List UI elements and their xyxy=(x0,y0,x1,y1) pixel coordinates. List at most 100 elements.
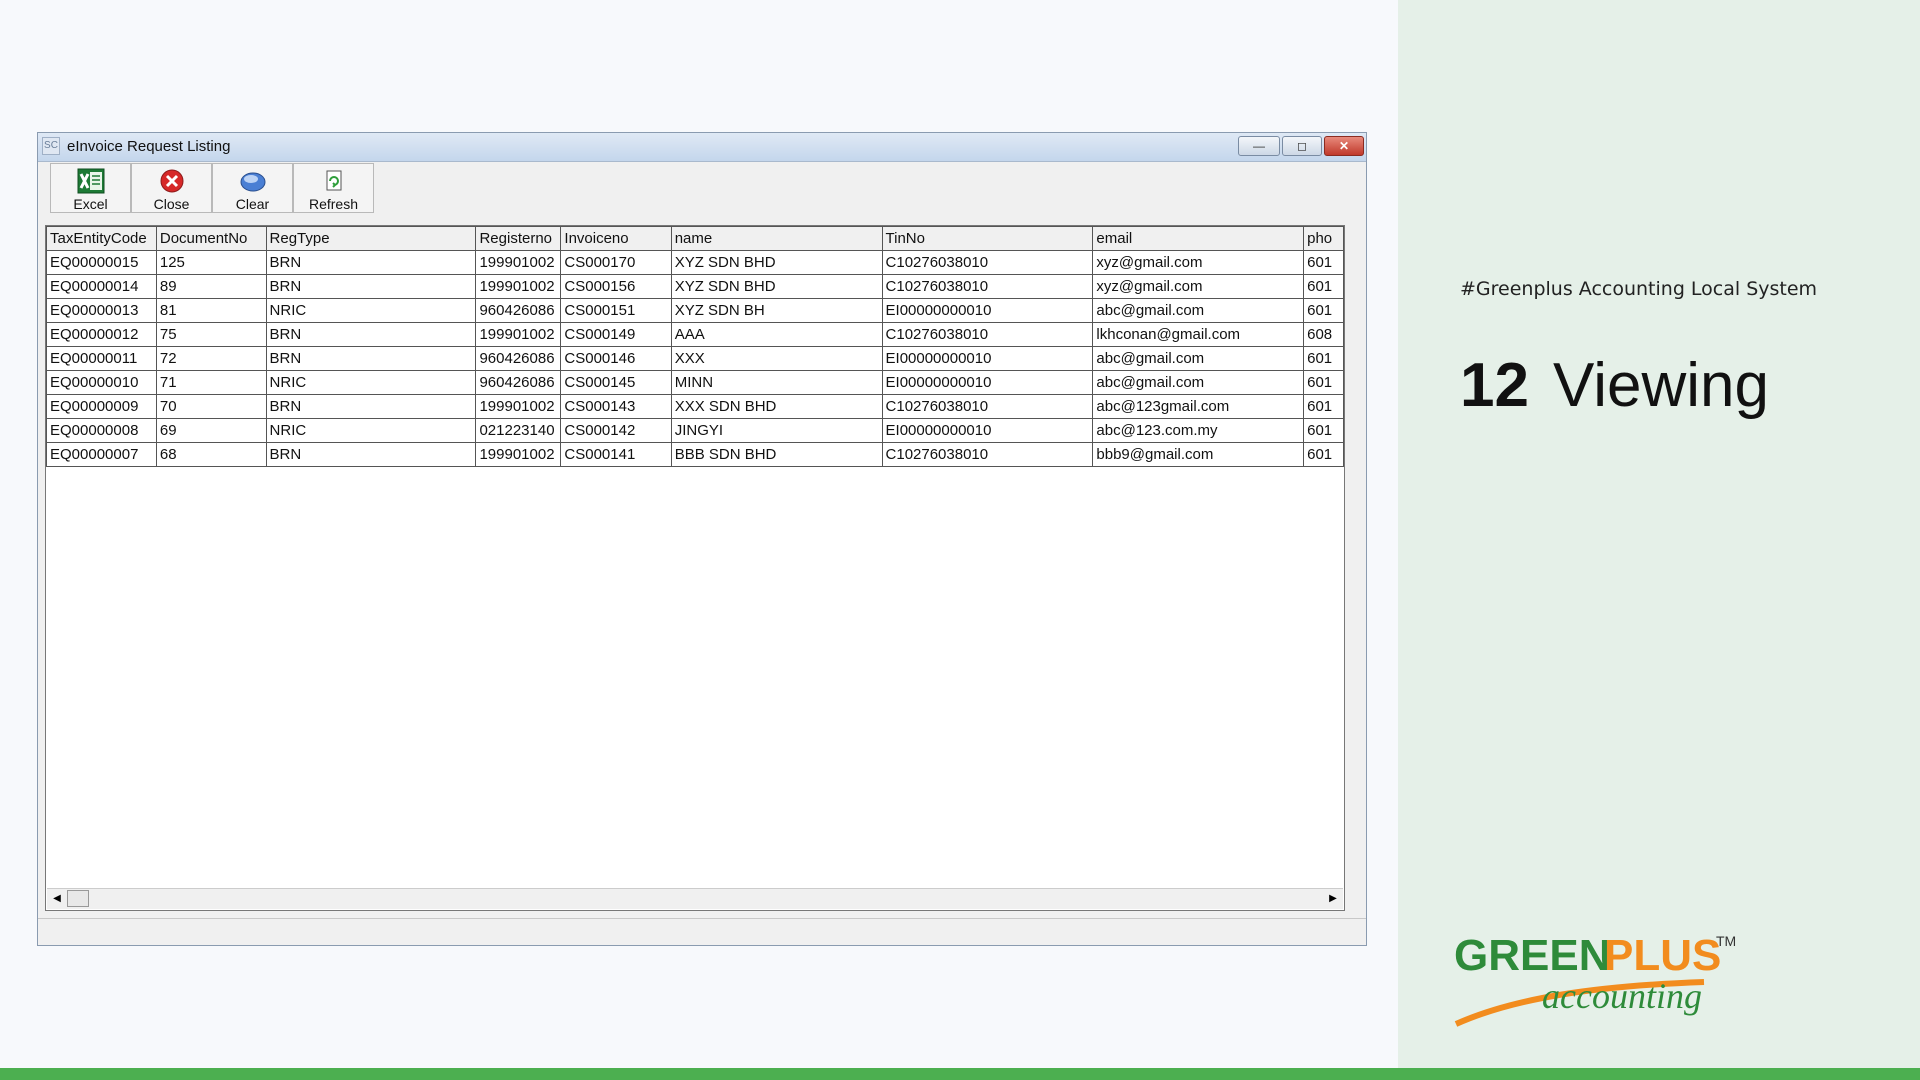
table-cell[interactable]: EQ00000012 xyxy=(46,322,157,347)
table-cell[interactable]: 72 xyxy=(155,346,267,371)
table-cell[interactable]: EI00000000010 xyxy=(881,418,1094,443)
table-cell[interactable]: abc@123gmail.com xyxy=(1092,394,1305,419)
table-row[interactable]: EQ00000013 81 NRIC 960426086 CS000151 XYZ SDN… xyxy=(46,298,1344,323)
table-cell[interactable]: BRN xyxy=(265,250,477,275)
table-cell[interactable]: 70 xyxy=(155,394,267,419)
table-cell[interactable]: EQ00000010 xyxy=(46,370,157,395)
column-header[interactable]: Invoiceno xyxy=(560,226,672,251)
table-cell[interactable]: 601 xyxy=(1303,274,1344,299)
table-cell[interactable]: EQ00000014 xyxy=(46,274,157,299)
table-cell[interactable]: NRIC xyxy=(265,298,477,323)
table-cell[interactable]: C10276038010 xyxy=(881,322,1094,347)
table-cell[interactable]: JINGYI xyxy=(670,418,883,443)
table-cell[interactable]: 199901002 xyxy=(475,322,562,347)
table-cell[interactable]: CS000151 xyxy=(560,298,672,323)
table-cell[interactable]: abc@gmail.com xyxy=(1092,298,1305,323)
table-cell[interactable]: 960426086 xyxy=(475,298,562,323)
table-cell[interactable]: CS000170 xyxy=(560,250,672,275)
close-button[interactable]: Close xyxy=(131,163,212,213)
table-cell[interactable]: C10276038010 xyxy=(881,394,1094,419)
table-cell[interactable]: C10276038010 xyxy=(881,274,1094,299)
excel-button[interactable]: Excel xyxy=(50,163,131,213)
table-cell[interactable]: 69 xyxy=(155,418,267,443)
table-cell[interactable]: 89 xyxy=(155,274,267,299)
table-cell[interactable]: EQ00000009 xyxy=(46,394,157,419)
column-header[interactable]: name xyxy=(670,226,883,251)
table-row[interactable]: EQ00000012 75 BRN 199901002 CS000149 AAA C1027… xyxy=(46,322,1344,347)
table-cell[interactable]: 601 xyxy=(1303,298,1344,323)
table-cell[interactable]: CS000145 xyxy=(560,370,672,395)
table-cell[interactable]: abc@gmail.com xyxy=(1092,370,1305,395)
table-cell[interactable]: C10276038010 xyxy=(881,442,1094,467)
table-cell[interactable]: lkhconan@gmail.com xyxy=(1092,322,1305,347)
table-cell[interactable]: BBB SDN BHD xyxy=(670,442,883,467)
table-cell[interactable]: xyz@gmail.com xyxy=(1092,250,1305,275)
table-cell[interactable]: BRN xyxy=(265,442,477,467)
table-cell[interactable]: EQ00000008 xyxy=(46,418,157,443)
table-cell[interactable]: 601 xyxy=(1303,442,1344,467)
table-cell[interactable]: abc@123.com.my xyxy=(1092,418,1305,443)
table-cell[interactable]: CS000149 xyxy=(560,322,672,347)
data-grid[interactable]: TaxEntityCode DocumentNo RegType Registerno… xyxy=(45,225,1345,911)
column-header[interactable]: DocumentNo xyxy=(155,226,267,251)
table-cell[interactable]: 601 xyxy=(1303,250,1344,275)
table-cell[interactable]: AAA xyxy=(670,322,883,347)
table-cell[interactable]: 601 xyxy=(1303,394,1344,419)
table-cell[interactable]: 960426086 xyxy=(475,346,562,371)
table-cell[interactable]: CS000142 xyxy=(560,418,672,443)
table-cell[interactable]: 608 xyxy=(1303,322,1344,347)
refresh-button[interactable]: Refresh xyxy=(293,163,374,213)
table-cell[interactable]: 75 xyxy=(155,322,267,347)
table-cell[interactable]: 601 xyxy=(1303,346,1344,371)
table-cell[interactable]: XYZ SDN BH xyxy=(670,298,883,323)
table-cell[interactable]: abc@gmail.com xyxy=(1092,346,1305,371)
table-cell[interactable]: 68 xyxy=(155,442,267,467)
table-cell[interactable]: 199901002 xyxy=(475,442,562,467)
table-cell[interactable]: 960426086 xyxy=(475,370,562,395)
horizontal-scrollbar[interactable]: ◀ ▶ xyxy=(47,888,1343,909)
table-cell[interactable]: CS000156 xyxy=(560,274,672,299)
maximize-button[interactable]: ◻ xyxy=(1282,136,1322,156)
window-titlebar[interactable]: SC eInvoice Request Listing — ◻ ✕ xyxy=(38,133,1366,162)
table-cell[interactable]: BRN xyxy=(265,322,477,347)
table-cell[interactable]: 601 xyxy=(1303,370,1344,395)
column-header[interactable]: email xyxy=(1092,226,1305,251)
table-cell[interactable]: NRIC xyxy=(265,370,477,395)
table-cell[interactable]: XXX xyxy=(670,346,883,371)
scroll-thumb[interactable] xyxy=(67,890,89,907)
table-cell[interactable]: 021223140 xyxy=(475,418,562,443)
table-row[interactable]: EQ00000014 89 BRN 199901002 CS000156 XYZ SDN … xyxy=(46,274,1344,299)
table-cell[interactable]: MINN xyxy=(670,370,883,395)
table-cell[interactable]: 199901002 xyxy=(475,274,562,299)
window-close-button[interactable]: ✕ xyxy=(1324,136,1364,156)
scroll-right-arrow[interactable]: ▶ xyxy=(1325,891,1341,907)
minimize-button[interactable]: — xyxy=(1238,136,1280,156)
table-cell[interactable]: 601 xyxy=(1303,418,1344,443)
table-cell[interactable]: EQ00000011 xyxy=(46,346,157,371)
column-header[interactable]: TinNo xyxy=(881,226,1094,251)
table-cell[interactable]: 71 xyxy=(155,370,267,395)
table-row[interactable]: EQ00000010 71 NRIC 960426086 CS000145 MINN EI0… xyxy=(46,370,1344,395)
column-header[interactable]: Registerno xyxy=(475,226,562,251)
table-cell[interactable]: EQ00000007 xyxy=(46,442,157,467)
table-cell[interactable]: XYZ SDN BHD xyxy=(670,250,883,275)
column-header[interactable]: TaxEntityCode xyxy=(46,226,157,251)
table-cell[interactable]: EI00000000010 xyxy=(881,298,1094,323)
table-row[interactable]: EQ00000015 125 BRN 199901002 CS000170 XYZ SDN… xyxy=(46,250,1344,275)
table-cell[interactable]: XYZ SDN BHD xyxy=(670,274,883,299)
table-cell[interactable]: EI00000000010 xyxy=(881,370,1094,395)
table-cell[interactable]: EI00000000010 xyxy=(881,346,1094,371)
table-cell[interactable]: 81 xyxy=(155,298,267,323)
table-cell[interactable]: NRIC xyxy=(265,418,477,443)
scroll-left-arrow[interactable]: ◀ xyxy=(49,891,65,907)
table-cell[interactable]: BRN xyxy=(265,274,477,299)
table-cell[interactable]: BRN xyxy=(265,346,477,371)
clear-button[interactable]: Clear xyxy=(212,163,293,213)
table-cell[interactable]: 199901002 xyxy=(475,250,562,275)
table-cell[interactable]: XXX SDN BHD xyxy=(670,394,883,419)
column-header[interactable]: pho xyxy=(1303,226,1344,251)
table-row[interactable]: EQ00000007 68 BRN 199901002 CS000141 BBB SDN … xyxy=(46,442,1344,467)
table-cell[interactable]: C10276038010 xyxy=(881,250,1094,275)
table-row[interactable]: EQ00000011 72 BRN 960426086 CS000146 XXX EI000… xyxy=(46,346,1344,371)
table-cell[interactable]: xyz@gmail.com xyxy=(1092,274,1305,299)
